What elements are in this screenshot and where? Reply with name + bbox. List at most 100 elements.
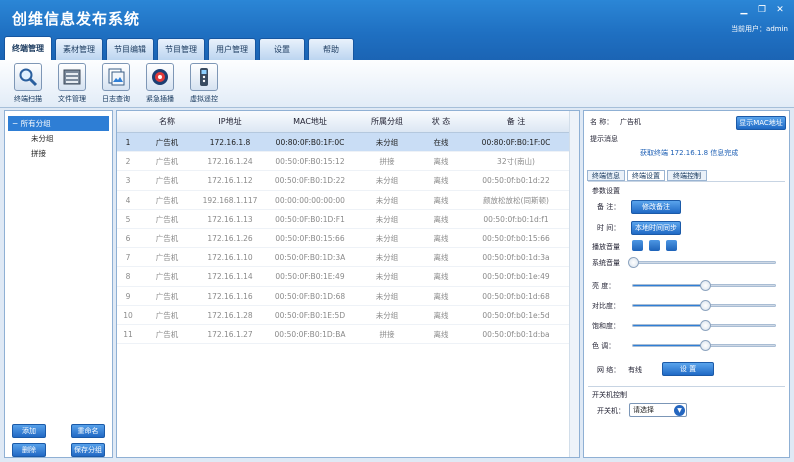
tab-terminal-control[interactable]: 终端控制 [667,170,707,181]
slider-label: 色 调： [592,342,616,350]
rename-group-button[interactable]: 重命名 [71,424,105,438]
table-cell: 未分组 [375,253,399,263]
table-cell: 未分组 [375,310,399,320]
show-mac-button[interactable]: 显示MAC地址 [736,116,786,130]
collapse-icon[interactable]: − [12,119,21,128]
volume-up-icon[interactable] [666,240,677,251]
tab-terminal-info[interactable]: 终端信息 [587,170,625,181]
network-settings-button[interactable]: 设 置 [662,362,714,376]
column-header[interactable]: 名称 [139,111,195,132]
params-title: 参数设置 [592,187,620,195]
table-cell: 广告机 [155,329,179,339]
tab-help[interactable]: 帮助 [308,38,354,60]
slider-track[interactable] [632,340,776,351]
prompt-label: 提示消息 [590,135,618,143]
table-cell: 00:80:0F:B0:1F:0C [481,138,551,147]
slider-fill [633,325,704,326]
table-cell: 未分组 [375,138,399,147]
tab-settings[interactable]: 设置 [259,38,305,60]
section-divider [588,386,785,387]
table-row[interactable]: 8 广告机 172.16.1.14 00:50:0F:B0:1E:49 未分组 离线 00:… [117,267,579,287]
slider-handle[interactable] [700,340,711,351]
tab-material-management[interactable]: 素材管理 [55,38,103,60]
tree-item-ungrouped[interactable]: 未分组 [31,131,112,146]
slider-handle[interactable] [700,300,711,311]
chevron-down-icon[interactable]: ▼ [674,405,685,416]
tree-item-splice[interactable]: 拼接 [31,146,112,161]
power-label: 开关机： [597,407,625,415]
terminal-scan-button[interactable]: 终端扫描 [6,60,50,108]
tab-program-management[interactable]: 节目管理 [157,38,205,60]
power-select[interactable]: 请选择 ▼ [629,403,687,417]
prompt-message: 获取终端 172.16.1.8 信息完成 [640,149,739,157]
slider-label: 系统音量 [592,259,620,267]
table-cell: 172.16.1.13 [207,214,253,224]
slider-track[interactable] [628,257,776,268]
table-cell: 未分组 [375,176,399,186]
slider-handle[interactable] [700,280,711,291]
add-group-button[interactable]: 添加 [12,424,46,438]
table-row[interactable]: 4 广告机 192.168.1.117 00:00:00:00:00:00 未分组 离线 颜… [117,191,579,210]
emergency-broadcast-button[interactable]: 紧急插播 [138,60,182,108]
log-query-button[interactable]: 日志查询 [94,60,138,108]
save-group-button[interactable]: 保存分组 [71,443,105,457]
slider-track[interactable] [632,280,776,291]
vertical-scrollbar[interactable] [569,111,579,457]
table-cell: 192.168.1.117 [202,195,258,205]
table-row[interactable]: 2 广告机 172.16.1.24 00:50:0F:B0:15:12 拼接 离线 32寸(… [117,152,579,172]
table-cell: 7 [125,253,131,263]
table-cell: 00:50:0f:b0:1d:f1 [483,214,549,224]
table-body: 1 广告机 172.16.1.8 00:80:0F:B0:1F:0C 未分组 在线 00:8… [117,133,579,345]
file-cabinet-icon [58,63,86,91]
app-window: 创维信息发布系统 ▁ ❐ ✕ 当前用户：admin 终端管理 素材管理 节目编辑… [0,0,794,462]
slider-label: 对比度： [592,302,620,310]
close-icon[interactable]: ✕ [774,4,786,16]
table-cell: 00:50:0F:B0:1D:F1 [275,214,345,224]
table-cell: 离线 [433,253,449,263]
time-label: 时 间： [597,224,621,232]
table-cell: 广告机 [155,291,179,301]
column-header[interactable]: IP地址 [195,111,265,132]
table-row[interactable]: 6 广告机 172.16.1.26 00:50:0F:B0:15:66 未分组 离线 00:… [117,229,579,249]
virtual-remote-button[interactable]: 虚拟遥控 [182,60,226,108]
file-management-button[interactable]: 文件管理 [50,60,94,108]
slider-track[interactable] [632,300,776,311]
table-cell: 广告机 [155,272,179,282]
column-header[interactable]: 备 注 [463,111,569,132]
tab-terminal-settings[interactable]: 终端设置 [627,170,665,181]
mute-icon[interactable] [649,240,660,251]
sync-time-button[interactable]: 本地时间同步 [631,221,681,235]
edit-remark-button[interactable]: 修改备注 [631,200,681,214]
table-cell: 11 [123,329,133,339]
slider-handle[interactable] [628,257,639,268]
table-cell: 00:50:0f:b0:15:66 [482,233,550,243]
table-row[interactable]: 9 广告机 172.16.1.16 00:50:0F:B0:1D:68 未分组 离线 00:… [117,287,579,306]
table-cell: 00:50:0f:b0:1d:3a [482,253,550,263]
tab-program-edit[interactable]: 节目编辑 [106,38,154,60]
minimize-icon[interactable]: ▁ [738,4,750,16]
table-row[interactable]: 5 广告机 172.16.1.13 00:50:0F:B0:1D:F1 未分组 离线 00:… [117,210,579,229]
table-row[interactable]: 11 广告机 172.16.1.27 00:50:0F:B0:1D:BA 拼接 离线 00:… [117,325,579,345]
slider-track[interactable] [632,320,776,331]
table-cell: 未分组 [375,214,399,224]
terminal-detail-panel: 名 称： 广告机 显示MAC地址 提示消息 获取终端 172.16.1.8 信息… [583,110,790,458]
column-header[interactable]: MAC地址 [265,111,355,132]
table-row[interactable]: 3 广告机 172.16.1.12 00:50:0F:B0:1D:22 未分组 离线 00:… [117,171,579,191]
restore-icon[interactable]: ❐ [756,4,768,16]
table-row[interactable]: 10 广告机 172.16.1.28 00:50:0F:B0:1E:5D 未分组 离线 00… [117,306,579,325]
table-cell: 00:50:0f:b0:1e:49 [482,272,550,282]
record-icon [146,63,174,91]
table-row[interactable]: 1 广告机 172.16.1.8 00:80:0F:B0:1F:0C 未分组 在线 00:8… [117,133,579,153]
tab-terminal-management[interactable]: 终端管理 [4,36,52,60]
window-controls: ▁ ❐ ✕ [738,4,786,16]
table-cell: 未分组 [375,233,399,243]
column-header[interactable]: 状 态 [419,111,463,132]
tab-user-management[interactable]: 用户管理 [208,38,256,60]
column-header[interactable]: 所属分组 [355,111,419,132]
slider-handle[interactable] [700,320,711,331]
delete-group-button[interactable]: 删除 [12,443,46,457]
volume-down-icon[interactable] [632,240,643,251]
table-row[interactable]: 7 广告机 172.16.1.10 00:50:0F:B0:1D:3A 未分组 离线 00:… [117,248,579,268]
remote-control-icon [190,63,218,91]
tree-item-all-groups[interactable]: − 所有分组 [8,116,109,131]
